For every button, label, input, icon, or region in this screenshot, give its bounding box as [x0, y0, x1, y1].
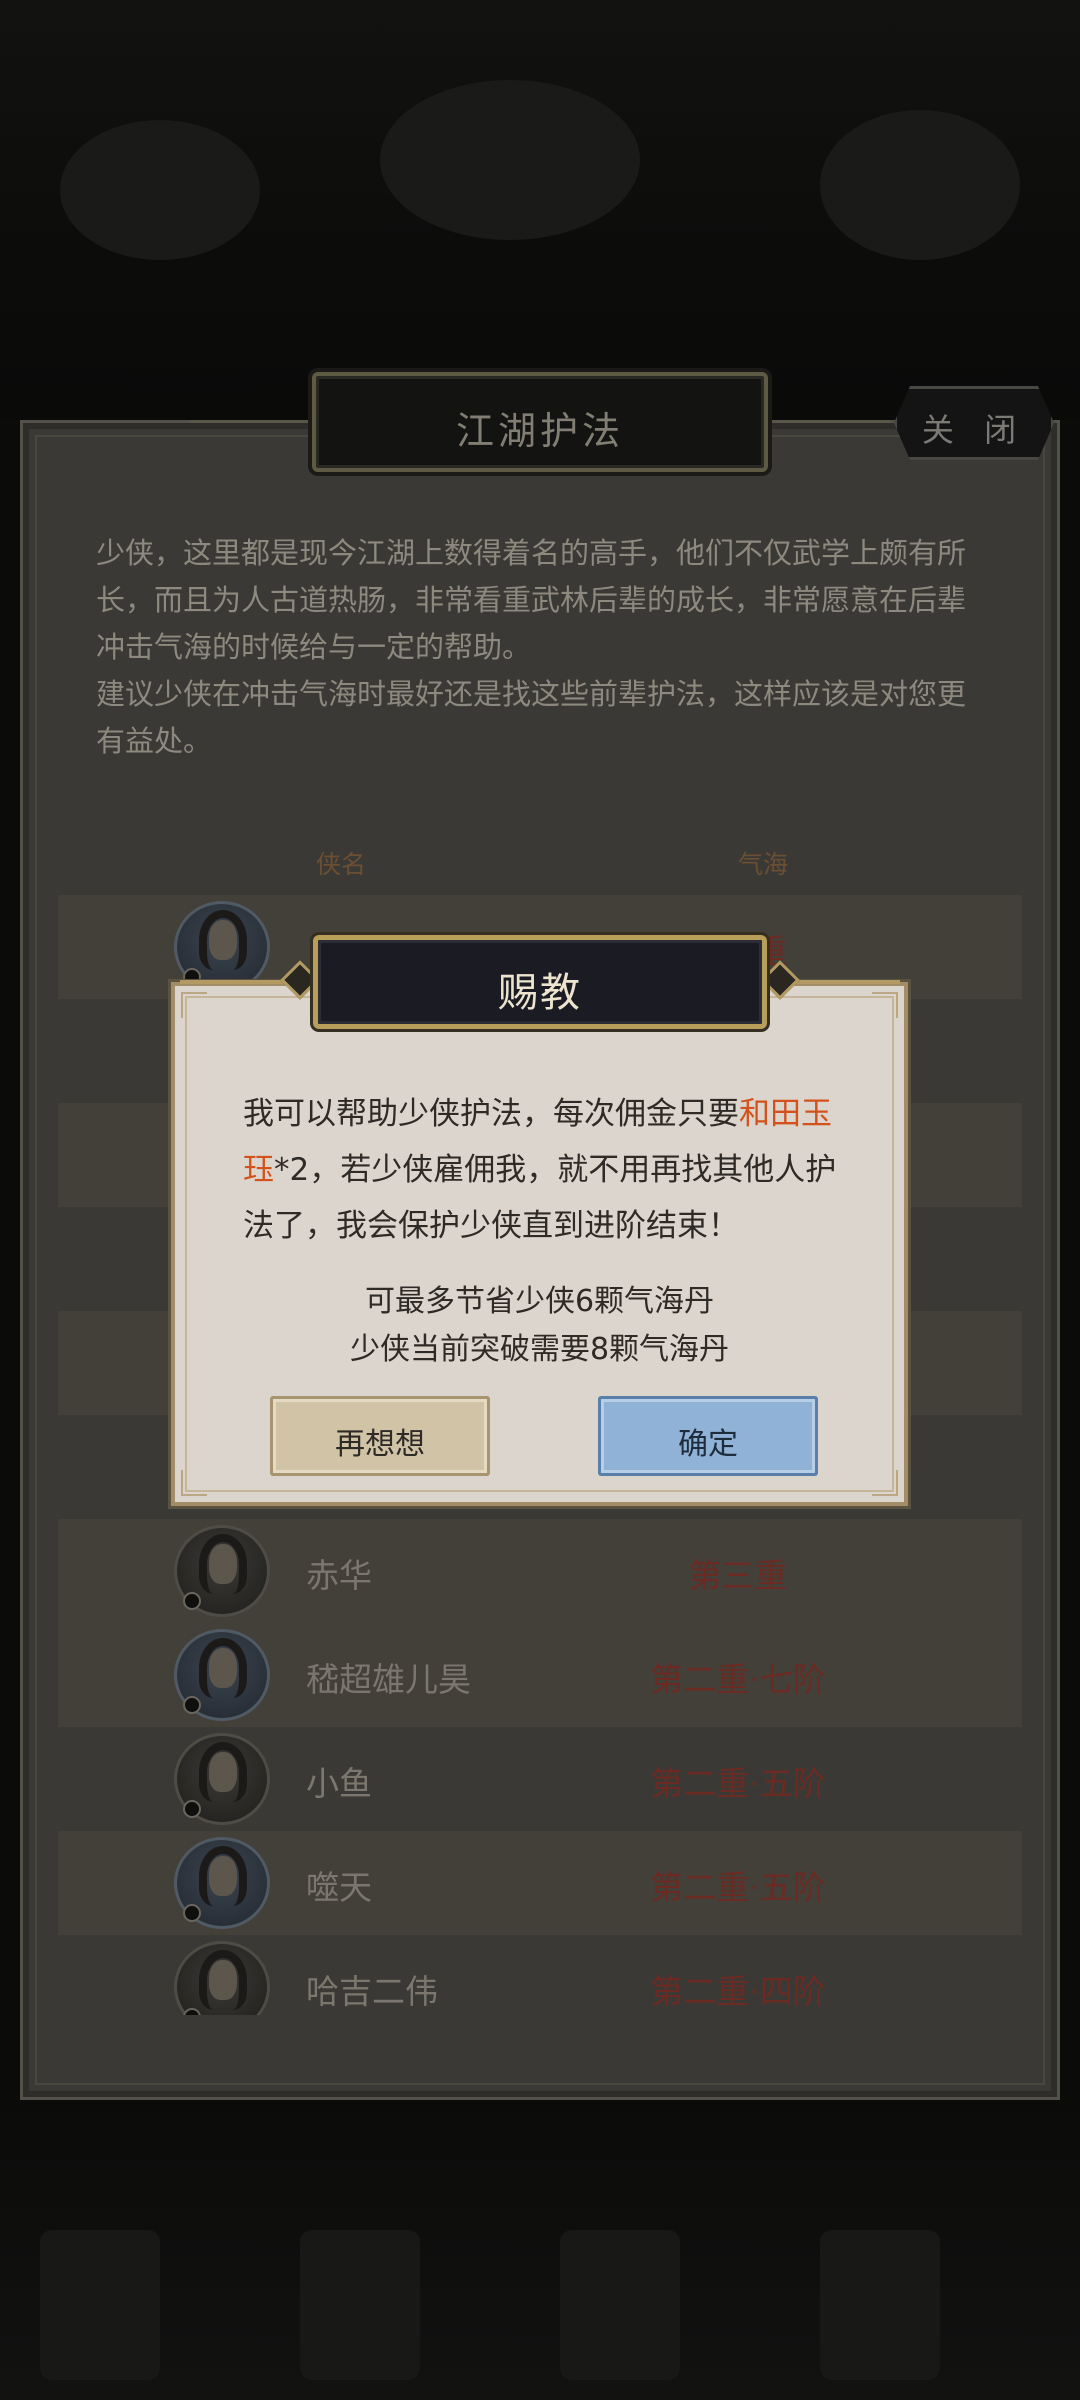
protector-name: 哈吉二伟 — [306, 1972, 438, 2011]
avatar — [174, 1629, 270, 1721]
protector-level: 第二重·七阶 — [650, 1660, 826, 1699]
description-paragraph: 少侠，这里都是现今江湖上数得着名的高手，他们不仅武学上颇有所长，而且为人古道热肠… — [96, 536, 967, 664]
title-ornament-right — [770, 420, 890, 423]
protector-level: 第三重 — [688, 1556, 788, 1595]
link-icon — [183, 1904, 201, 1922]
column-header-name: 侠名 — [316, 850, 367, 879]
dialog-note-need: 少侠当前突破需要8颗气海丹 — [349, 1332, 730, 1367]
description-paragraph: 建议少侠在冲击气海时最好还是找这些前辈护法，这样应该是对您更有益处。 — [96, 677, 967, 758]
protector-name: 噬天 — [306, 1868, 372, 1907]
screen: 江湖护法 关 闭 少侠，这里都是现今江湖上数得着名的高手，他们不仅武学上颇有所长… — [0, 0, 1080, 2400]
hire-dialog: 我可以帮助少侠护法，每次佣金只要和田玉珏*2，若少侠雇佣我，就不用再找其他人护法… — [171, 982, 908, 1506]
protector-row[interactable]: 赤华 第三重 — [58, 1519, 1022, 1623]
dialog-message-text: 我可以帮助少侠护法，每次佣金只要 — [243, 1096, 739, 1132]
protector-row[interactable]: 小鱼 第二重·五阶 — [58, 1727, 1022, 1831]
avatar — [174, 1941, 270, 2015]
protector-row[interactable]: 噬天 第二重·五阶 — [58, 1831, 1022, 1935]
link-icon — [183, 2008, 201, 2015]
background-scene-bottom — [0, 2100, 1080, 2400]
title-ornament-left — [190, 420, 310, 423]
protector-name: 赤华 — [306, 1556, 372, 1595]
dialog-note-save: 可最多节省少侠6颗气海丹 — [364, 1284, 715, 1319]
column-header-level: 气海 — [738, 850, 789, 879]
link-icon — [183, 1696, 201, 1714]
dialog-message: 我可以帮助少侠护法，每次佣金只要和田玉珏*2，若少侠雇佣我，就不用再找其他人护法… — [243, 1086, 843, 1254]
protector-level: 第二重·四阶 — [650, 1972, 826, 2011]
avatar — [174, 1837, 270, 1929]
confirm-button[interactable]: 确定 — [598, 1396, 818, 1476]
panel-description: 少侠，这里都是现今江湖上数得着名的高手，他们不仅武学上颇有所长，而且为人古道热肠… — [96, 530, 986, 765]
dialog-title-plate: 赐教 — [313, 935, 767, 1029]
avatar — [174, 1733, 270, 1825]
close-button[interactable]: 关 闭 — [894, 386, 1054, 460]
link-icon — [183, 1800, 201, 1818]
link-icon — [183, 1592, 201, 1610]
panel-title: 江湖护法 — [455, 409, 624, 453]
protector-row[interactable]: 哈吉二伟 第二重·四阶 — [58, 1935, 1022, 2015]
panel-title-plate: 江湖护法 — [312, 372, 768, 472]
protector-level: 第二重·五阶 — [650, 1868, 826, 1907]
protector-level: 第二重·五阶 — [650, 1764, 826, 1803]
close-button-label: 关 闭 — [921, 411, 1027, 449]
protector-name: 小鱼 — [306, 1764, 372, 1803]
avatar — [174, 1525, 270, 1617]
confirm-button-label: 确定 — [678, 1427, 738, 1462]
reconsider-button[interactable]: 再想想 — [270, 1396, 490, 1476]
protector-row[interactable]: 嵇超雄儿昊 第二重·七阶 — [58, 1623, 1022, 1727]
dialog-message-text: *2，若少侠雇佣我，就不用再找其他人护法了，我会保护少侠直到进阶结束！ — [243, 1152, 837, 1244]
background-scene-top — [0, 0, 1080, 420]
reconsider-button-label: 再想想 — [335, 1427, 425, 1462]
protector-name: 嵇超雄儿昊 — [306, 1660, 471, 1699]
dialog-title: 赐教 — [498, 970, 582, 1016]
